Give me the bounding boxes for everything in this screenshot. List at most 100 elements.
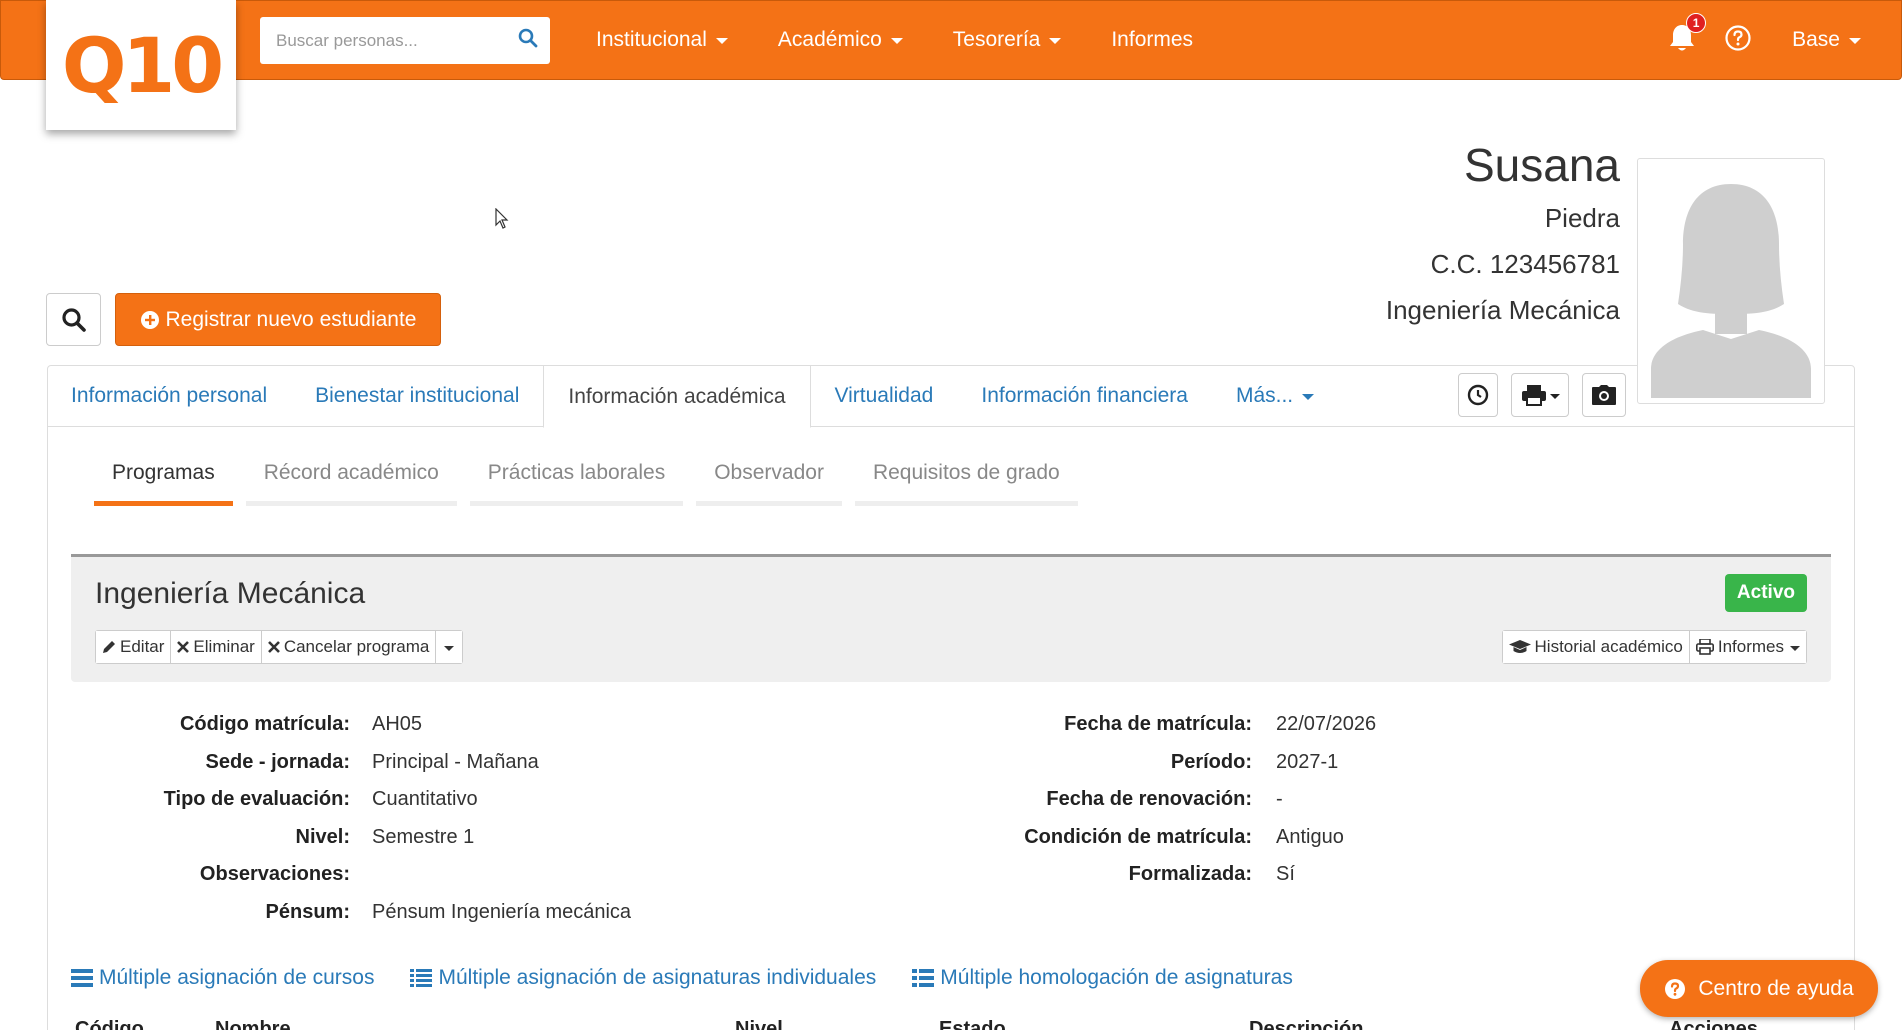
nav-label: Tesorería <box>952 28 1041 51</box>
clock-icon <box>1467 384 1489 406</box>
academic-history-button[interactable]: Historial académico <box>1502 631 1690 663</box>
logo-text: Q10 <box>61 20 224 110</box>
tab-bienestar-institucional[interactable]: Bienestar institucional <box>291 365 543 427</box>
detail-value: Antiguo <box>1276 825 1344 848</box>
reports-dropdown-button[interactable]: Informes <box>1689 631 1806 663</box>
student-first-name: Susana <box>1463 139 1620 191</box>
pencil-icon <box>103 641 115 653</box>
tab-virtualidad[interactable]: Virtualidad <box>811 365 958 427</box>
th-list-icon <box>912 969 935 987</box>
detail-row: Sede - jornada: Principal - Mañana <box>80 744 631 782</box>
tab-informacion-personal[interactable]: Información personal <box>47 365 291 427</box>
multi-course-assignment-link[interactable]: Múltiple asignación de cursos <box>71 966 374 990</box>
detail-row: Código matrícula: AH05 <box>80 706 631 744</box>
subtab-label: Programas <box>112 461 215 484</box>
search-icon[interactable] <box>518 28 538 53</box>
subtab-label: Requisitos de grado <box>872 461 1060 484</box>
tab-informacion-financiera[interactable]: Información financiera <box>957 365 1212 427</box>
detail-label: Fecha de renovación: <box>1046 788 1252 811</box>
detail-value: Pénsum Ingeniería mecánica <box>372 900 632 923</box>
detail-row: Fecha de renovación: - <box>980 781 1376 819</box>
cancel-program-button[interactable]: Cancelar programa <box>261 631 437 663</box>
nav-academico[interactable]: Académico <box>753 28 928 52</box>
program-actions: Editar Eliminar Cancelar programa <box>95 630 464 664</box>
search-input[interactable] <box>276 30 518 51</box>
register-label: Registrar nuevo estudiante <box>165 307 417 331</box>
list-ul-icon <box>410 969 433 987</box>
register-student-button[interactable]: Registrar nuevo estudiante <box>115 293 441 346</box>
graduation-cap-icon <box>1508 640 1531 653</box>
detail-label: Tipo de evaluación: <box>163 788 350 811</box>
detail-row: Pénsum: Pénsum Ingeniería mecánica <box>80 894 632 932</box>
nav-right: 1 Base <box>1668 1 1861 79</box>
details-left: Código matrícula: AH05 Sede - jornada: Pri… <box>80 706 631 931</box>
print-icon <box>1521 385 1546 406</box>
multi-homologation-link[interactable]: Múltiple homologación de asignaturas <box>912 966 1293 990</box>
chevron-down-icon <box>1549 393 1560 399</box>
reports-label: Informes <box>1717 637 1784 656</box>
subtab-record-academico[interactable]: Récord académico <box>245 452 457 506</box>
chevron-down-icon <box>1849 38 1861 44</box>
history-button[interactable] <box>1458 373 1498 417</box>
subtab-practicas-laborales[interactable]: Prácticas laborales <box>469 452 684 506</box>
list-icon <box>71 969 93 987</box>
sub-tabs: Programas Récord académico Prácticas lab… <box>94 452 1078 506</box>
detail-label: Formalizada: <box>1128 863 1252 886</box>
academic-history-label: Historial académico <box>1534 637 1683 656</box>
logo[interactable]: Q10 <box>46 0 236 130</box>
edit-label: Editar <box>120 637 165 656</box>
column-header: Nivel <box>735 1018 783 1030</box>
column-header: Estado <box>939 1018 1006 1030</box>
help-icon[interactable] <box>1724 24 1752 57</box>
detail-label: Fecha de matrícula: <box>1064 713 1252 736</box>
nav-label: Académico <box>777 28 882 51</box>
print-dropdown-button[interactable] <box>1511 373 1569 417</box>
nav-informes[interactable]: Informes <box>1086 28 1218 52</box>
multi-links: Múltiple asignación de cursos Múltiple a… <box>71 966 1293 990</box>
student-program: Ingeniería Mecánica <box>1385 295 1620 325</box>
delete-button[interactable]: Eliminar <box>171 631 262 663</box>
top-navbar: Institucional Académico Tesorería Inform… <box>0 0 1902 80</box>
tab-label: Más... <box>1235 384 1294 407</box>
detail-label: Pénsum: <box>265 900 350 923</box>
cancel-program-label: Cancelar programa <box>283 637 430 656</box>
student-photo[interactable] <box>1637 158 1825 404</box>
main-tabs: Información personal Bienestar instituci… <box>47 365 1338 428</box>
user-menu[interactable]: Base <box>1792 28 1861 52</box>
help-center-button[interactable]: Centro de ayuda <box>1640 960 1878 1017</box>
tab-label: Virtualidad <box>834 384 934 407</box>
subtab-observador[interactable]: Observador <box>696 452 842 506</box>
link-label: Múltiple homologación de asignaturas <box>940 966 1293 989</box>
detail-row: Nivel: Semestre 1 <box>80 819 631 857</box>
nav-institucional[interactable]: Institucional <box>571 28 753 52</box>
tab-label: Información personal <box>71 384 268 407</box>
camera-button[interactable] <box>1582 373 1626 417</box>
detail-row: Período: 2027-1 <box>980 744 1376 782</box>
column-header: Acciones <box>1669 1018 1758 1030</box>
nav-tesoreria[interactable]: Tesorería <box>928 28 1087 52</box>
subtab-label: Observador <box>714 461 824 484</box>
help-center-label: Centro de ayuda <box>1698 976 1854 1000</box>
subtab-programas[interactable]: Programas <box>94 452 233 506</box>
detail-row: Fecha de matrícula: 22/07/2026 <box>980 706 1376 744</box>
edit-button[interactable]: Editar <box>96 631 172 663</box>
more-actions-button[interactable] <box>436 631 463 663</box>
chevron-down-icon <box>1302 394 1315 400</box>
student-last-name: Piedra <box>1544 203 1620 233</box>
tab-mas[interactable]: Más... <box>1212 365 1338 427</box>
mouse-cursor-icon <box>495 208 509 229</box>
search-box[interactable] <box>260 17 550 64</box>
tab-informacion-academica[interactable]: Información académica <box>543 365 811 428</box>
program-reports-actions: Historial académico Informes <box>1501 630 1807 664</box>
notifications-button[interactable]: 1 <box>1668 12 1707 58</box>
detail-row: Observaciones: <box>80 856 631 894</box>
detail-row: Condición de matrícula: Antiguo <box>980 819 1376 857</box>
tab-tools <box>1458 373 1626 417</box>
subtab-requisitos-de-grado[interactable]: Requisitos de grado <box>854 452 1078 506</box>
multi-subject-assignment-link[interactable]: Múltiple asignación de asignaturas indiv… <box>410 966 876 990</box>
search-student-button[interactable] <box>46 293 101 346</box>
tab-label: Bienestar institucional <box>315 384 520 407</box>
details-right: Fecha de matrícula: 22/07/2026 Período: 20… <box>980 706 1376 894</box>
detail-value: Sí <box>1276 863 1295 886</box>
program-card: Ingeniería Mecánica Activo Editar Elimin… <box>71 554 1831 682</box>
